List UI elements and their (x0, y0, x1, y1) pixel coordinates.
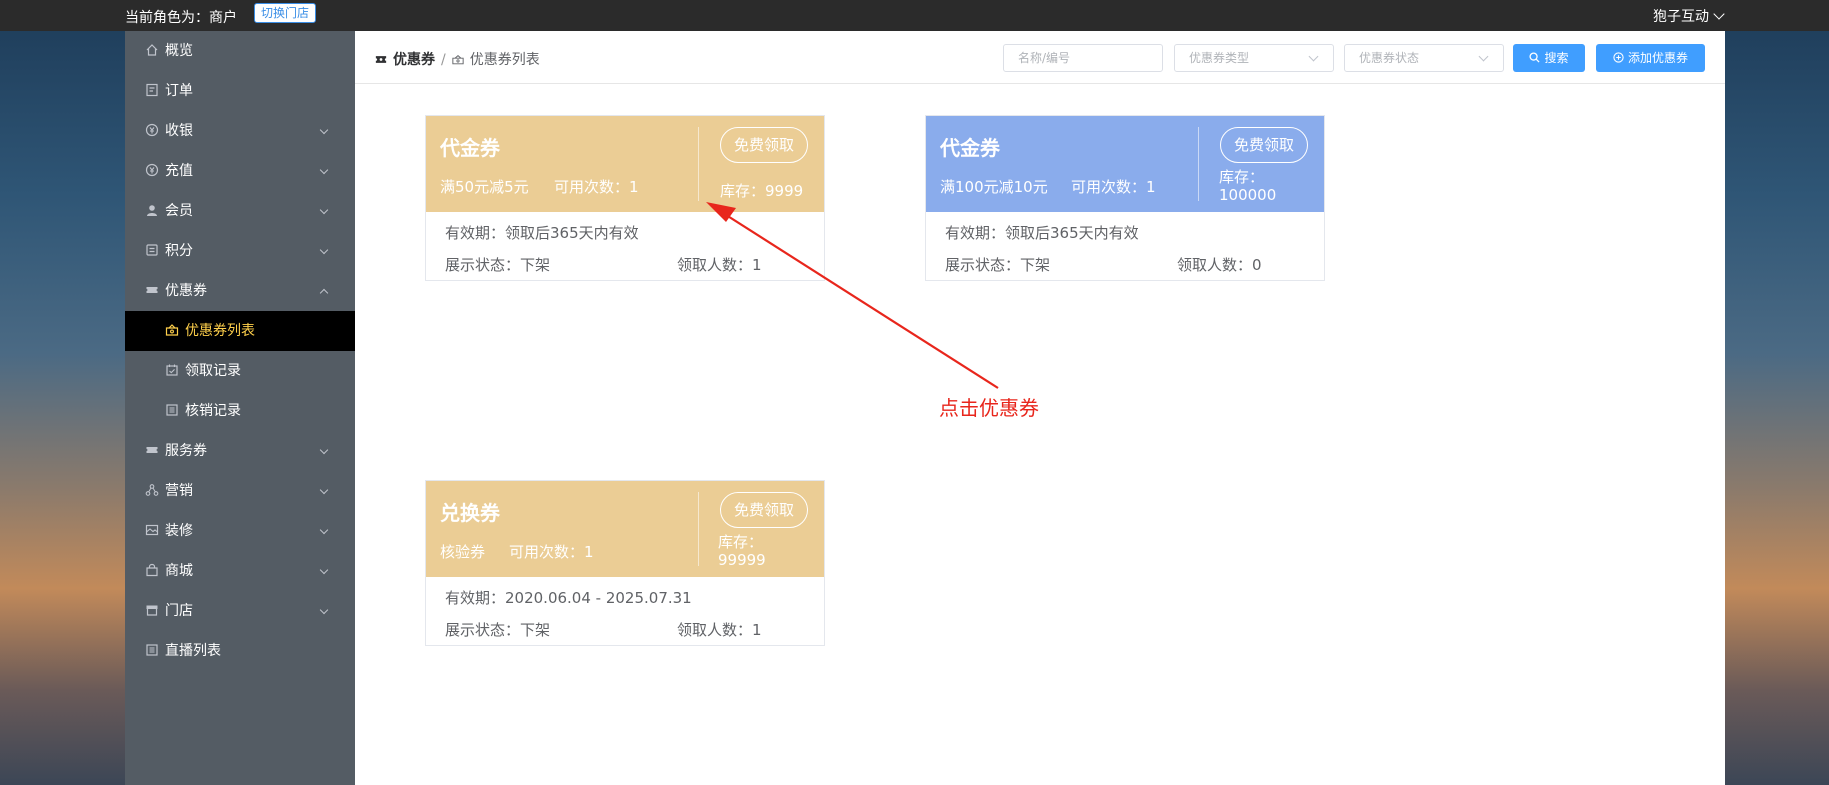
annotation-text: 点击优惠券 (939, 396, 1039, 420)
annotation-arrow (706, 202, 999, 389)
